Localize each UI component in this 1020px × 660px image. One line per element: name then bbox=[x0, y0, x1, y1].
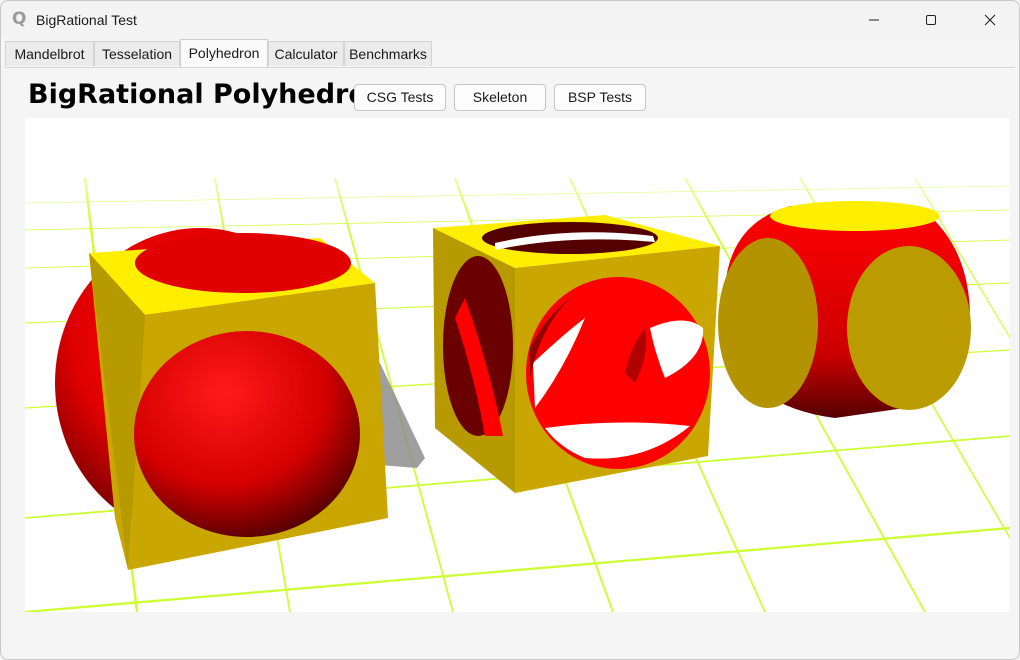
close-icon bbox=[984, 14, 996, 26]
csg-object-2 bbox=[433, 215, 720, 493]
qt-logo-icon: Q bbox=[12, 9, 27, 29]
csg-object-1 bbox=[55, 228, 388, 570]
csg-object-3 bbox=[718, 201, 971, 418]
tab-mandelbrot[interactable]: Mandelbrot bbox=[5, 41, 94, 66]
minimize-button[interactable] bbox=[851, 1, 897, 39]
maximize-icon bbox=[926, 15, 936, 25]
page-title: BigRational Polyhedron bbox=[28, 79, 387, 110]
tab-tesselation[interactable]: Tesselation bbox=[94, 41, 180, 66]
tab-bar: Mandelbrot Tesselation Polyhedron Calcul… bbox=[5, 39, 1015, 68]
bsp-tests-button[interactable]: BSP Tests bbox=[554, 84, 646, 111]
csg-tests-button[interactable]: CSG Tests bbox=[354, 84, 446, 111]
tab-polyhedron[interactable]: Polyhedron bbox=[180, 39, 268, 67]
minimize-icon bbox=[869, 19, 879, 21]
3d-viewport[interactable] bbox=[25, 118, 1010, 612]
tab-benchmarks[interactable]: Benchmarks bbox=[344, 41, 432, 66]
app-window: Q BigRational Test Mandelbrot Tesselatio… bbox=[0, 0, 1020, 660]
maximize-button[interactable] bbox=[908, 1, 954, 39]
window-title: BigRational Test bbox=[36, 12, 137, 28]
polyhedron-render bbox=[25, 118, 1010, 612]
skeleton-button[interactable]: Skeleton bbox=[454, 84, 546, 111]
close-button[interactable] bbox=[967, 1, 1013, 39]
tab-calculator[interactable]: Calculator bbox=[268, 41, 344, 66]
title-bar[interactable]: Q BigRational Test bbox=[1, 1, 1019, 39]
